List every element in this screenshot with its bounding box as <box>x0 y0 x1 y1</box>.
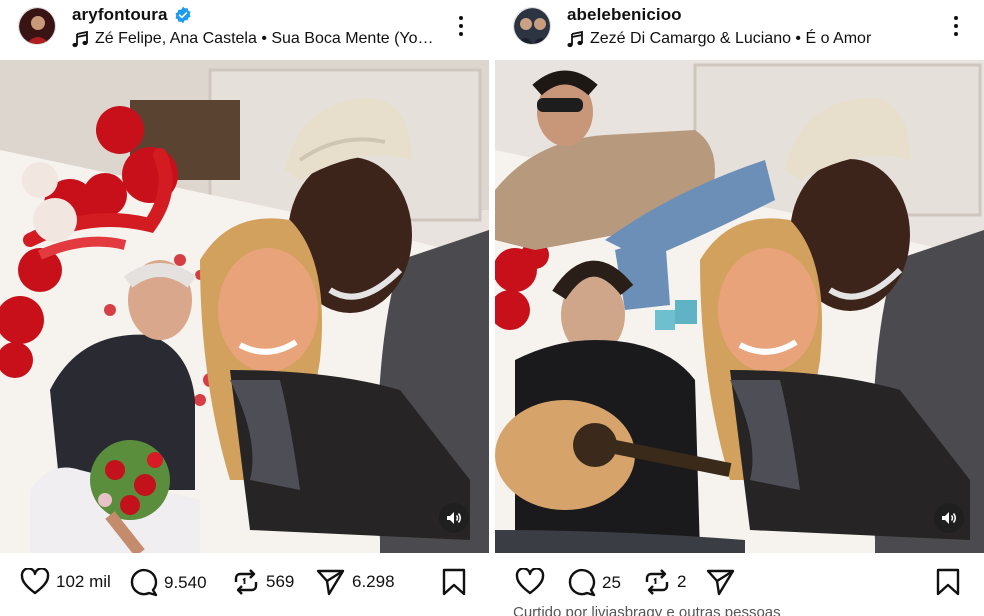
mute-icon[interactable] <box>934 503 964 533</box>
music-note-icon <box>72 30 88 47</box>
bookmark-icon <box>442 568 466 596</box>
repost-count: 569 <box>266 572 295 591</box>
username[interactable]: aryfontoura <box>72 5 192 25</box>
comment-button[interactable]: 9.540 <box>129 568 207 597</box>
post-photo[interactable] <box>495 60 984 553</box>
repost-count: 2 <box>677 572 687 591</box>
share-button[interactable]: 6.298 <box>316 568 395 596</box>
post-header: abelebenicioo Zezé Di Camargo & Luciano … <box>495 0 984 60</box>
music-text: Zezé Di Camargo & Luciano • É o Amor <box>590 30 872 47</box>
username-text[interactable]: aryfontoura <box>72 5 168 25</box>
bookmark-button[interactable] <box>936 568 960 601</box>
bookmark-icon <box>936 568 960 596</box>
repost-icon <box>234 569 258 595</box>
bookmark-button[interactable] <box>442 568 466 601</box>
heart-icon <box>515 568 545 595</box>
music-track[interactable]: Zezé Di Camargo & Luciano • É o Amor <box>567 30 871 48</box>
more-options-icon[interactable] <box>946 14 966 38</box>
comment-count: 9.540 <box>164 572 207 592</box>
share-button[interactable] <box>706 568 742 596</box>
username-text[interactable]: abelebenicioo <box>567 5 682 25</box>
repost-button[interactable]: 569 <box>232 568 294 596</box>
repost-button[interactable]: 2 <box>643 568 686 596</box>
comment-button[interactable]: 25 <box>567 568 621 597</box>
more-options-icon[interactable] <box>451 14 471 38</box>
share-count: 6.298 <box>352 572 395 591</box>
verified-badge-icon <box>175 6 191 24</box>
mute-icon[interactable] <box>439 503 469 533</box>
post-abelebenicioo: abelebenicioo Zezé Di Camargo & Luciano … <box>495 0 984 616</box>
comment-icon <box>568 568 596 597</box>
comment-count: 25 <box>602 572 621 592</box>
comment-icon <box>130 568 158 597</box>
music-text: Zé Felipe, Ana Castela • Sua Boca Mente … <box>95 30 434 47</box>
avatar[interactable] <box>513 7 551 45</box>
send-icon <box>316 569 345 596</box>
music-note-icon <box>567 30 583 47</box>
post-aryfontoura: aryfontoura Zé Felipe, Ana Castela • Sua… <box>0 0 489 616</box>
music-track[interactable]: Zé Felipe, Ana Castela • Sua Boca Mente … <box>72 30 434 48</box>
repost-icon <box>645 569 669 595</box>
heart-icon <box>20 568 50 595</box>
like-count: 102 mil <box>56 571 111 591</box>
send-icon <box>706 569 735 596</box>
like-button[interactable] <box>515 568 551 595</box>
username[interactable]: abelebenicioo <box>567 5 682 25</box>
post-header: aryfontoura Zé Felipe, Ana Castela • Sua… <box>0 0 489 60</box>
avatar[interactable] <box>18 7 56 45</box>
liked-by-text[interactable]: Curtido por liviasbragy e outras pessoas <box>513 604 781 616</box>
action-bar: 102 mil 9.540 569 6.298 <box>0 556 489 612</box>
post-photo[interactable] <box>0 60 489 553</box>
like-button[interactable]: 102 mil <box>20 568 111 595</box>
